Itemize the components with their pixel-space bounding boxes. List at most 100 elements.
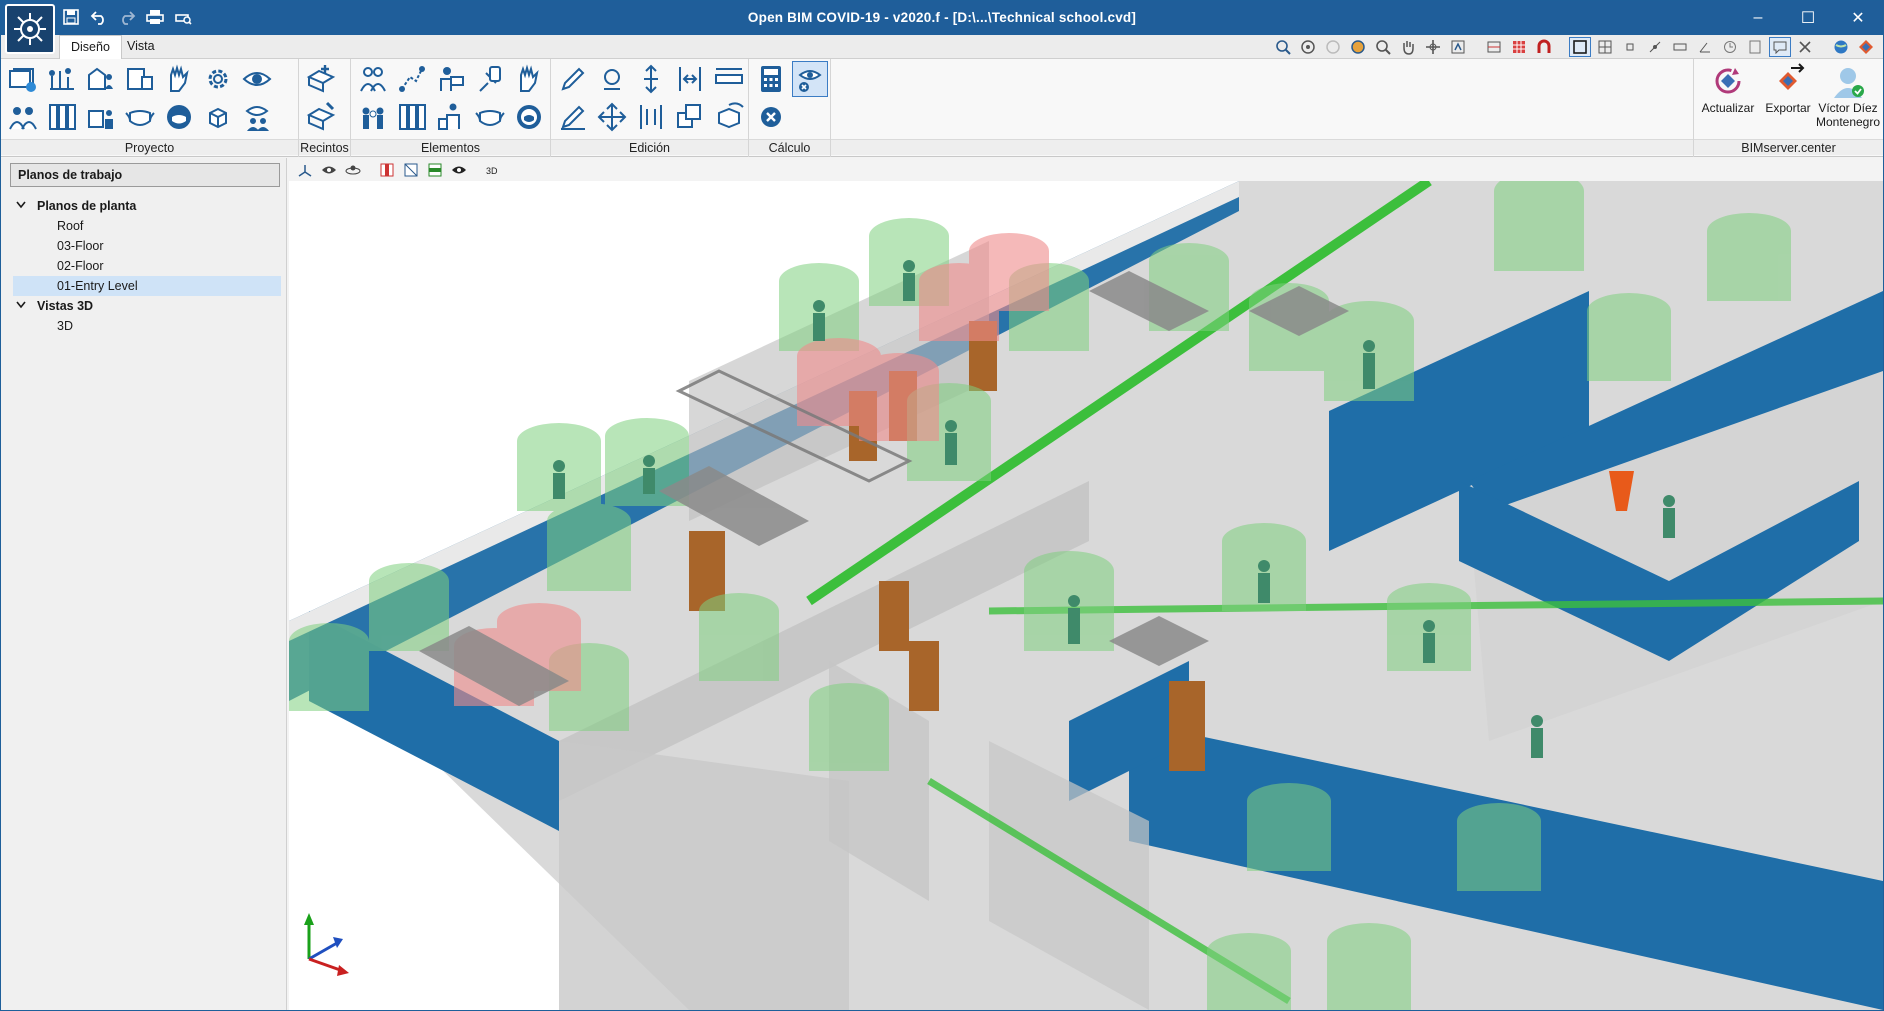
tools-icon[interactable] — [1794, 37, 1816, 57]
partition-icon[interactable] — [44, 99, 80, 135]
floor-plane-icon[interactable] — [425, 161, 445, 178]
view-eye-icon[interactable] — [239, 61, 275, 97]
tab-diseno[interactable]: Diseño — [59, 35, 122, 59]
3d-building-model[interactable] — [289, 181, 1883, 1010]
tree-item-02-floor[interactable]: 02-Floor — [13, 256, 281, 276]
zoom-in-icon[interactable] — [1372, 37, 1394, 57]
3d-viewport[interactable] — [289, 181, 1883, 1010]
hygiene-gloves-icon[interactable] — [161, 61, 197, 97]
measure-icon[interactable] — [1669, 37, 1691, 57]
maximize-button[interactable]: ☐ — [1783, 1, 1833, 35]
copy-icon[interactable] — [672, 99, 708, 135]
visibility-box-icon[interactable] — [711, 99, 747, 135]
orbit-view-icon[interactable] — [343, 161, 363, 178]
chevron-down-icon[interactable] — [13, 201, 29, 212]
occupants-icon[interactable] — [355, 61, 391, 97]
ortho-icon[interactable] — [1644, 37, 1666, 57]
zoom-window-icon[interactable] — [1272, 37, 1294, 57]
eye-layers-icon[interactable] — [319, 161, 339, 178]
user-account-button[interactable]: Víctor Díez Montenegro — [1814, 61, 1882, 141]
face-mask-icon[interactable] — [122, 99, 158, 135]
view-results-icon[interactable] — [792, 61, 828, 97]
report-icon[interactable] — [1744, 37, 1766, 57]
standing-person-icon[interactable] — [433, 99, 469, 135]
zoom-all-icon[interactable] — [1297, 37, 1319, 57]
group-label-calculo: Cálculo — [749, 139, 830, 155]
view-grid-icon[interactable] — [1594, 37, 1616, 57]
glove-icon[interactable] — [511, 61, 547, 97]
cancel-calculation-icon[interactable] — [753, 99, 789, 135]
angle-icon[interactable] — [1694, 37, 1716, 57]
tree-node-3d-views[interactable]: Vistas 3D — [13, 296, 281, 316]
clock-icon[interactable] — [1719, 37, 1741, 57]
tree-item-01-entry-level[interactable]: 01-Entry Level — [13, 276, 281, 296]
update-label: Actualizar — [1701, 101, 1755, 115]
building-list-icon[interactable] — [122, 61, 158, 97]
close-button[interactable]: ✕ — [1833, 1, 1883, 35]
ribbon-group-calculo: Cálculo — [749, 59, 831, 157]
window-title: Open BIM COVID-19 - v2020.f - [D:\...\Te… — [747, 10, 1137, 25]
people-view-icon[interactable] — [239, 99, 275, 135]
minimize-button[interactable]: – — [1733, 1, 1783, 35]
edit-room-icon[interactable] — [303, 99, 339, 135]
project-properties-icon[interactable] — [5, 61, 41, 97]
mask-icon[interactable] — [472, 99, 508, 135]
section-plane-icon[interactable] — [377, 161, 397, 178]
update-button[interactable]: Actualizar — [1696, 61, 1760, 141]
zoom-refresh-icon[interactable] — [1347, 37, 1369, 57]
building-network-icon[interactable] — [44, 61, 80, 97]
zoom-previous-icon[interactable] — [1322, 37, 1344, 57]
align-vertical-icon[interactable] — [633, 99, 669, 135]
settings-gear-icon[interactable] — [200, 61, 236, 97]
dispenser-icon[interactable] — [472, 61, 508, 97]
ribbon-group-recintos: Recintos — [299, 59, 351, 157]
work-planes-panel: Planos de trabajo Planos de planta Roof … — [1, 158, 287, 1010]
ribbon-group-proyecto: Proyecto — [1, 59, 299, 157]
door — [909, 641, 939, 711]
workstation-icon[interactable] — [433, 61, 469, 97]
signage-icon[interactable] — [511, 99, 547, 135]
move-icon[interactable] — [594, 99, 630, 135]
tab-vista[interactable]: Vista — [116, 35, 166, 59]
application-window: Open BIM COVID-19 - v2020.f - [D:\...\Te… — [0, 0, 1884, 1011]
comment-icon[interactable] — [1769, 37, 1791, 57]
export-button[interactable]: Exportar — [1756, 61, 1820, 141]
crowd-icon[interactable] — [355, 99, 391, 135]
export-icon — [1768, 61, 1808, 101]
3d-view-icon[interactable]: 3D — [483, 161, 503, 178]
rotate-icon[interactable] — [594, 61, 630, 97]
add-room-icon[interactable] — [303, 61, 339, 97]
snap-icon[interactable] — [1619, 37, 1641, 57]
pan-icon[interactable] — [1397, 37, 1419, 57]
people-group-icon[interactable] — [5, 99, 41, 135]
view-single-icon[interactable] — [1569, 37, 1591, 57]
walk-icon[interactable] — [1447, 37, 1469, 57]
app-logo-icon[interactable] — [5, 4, 55, 54]
flow-path-icon[interactable] — [394, 61, 430, 97]
calculator-icon[interactable] — [753, 61, 789, 97]
tree-item-3d[interactable]: 3D — [13, 316, 281, 336]
mask-person-icon[interactable] — [161, 99, 197, 135]
move-vertical-icon[interactable] — [633, 61, 669, 97]
tree-node-floor-plans[interactable]: Planos de planta — [13, 196, 281, 216]
edit-pencil-icon[interactable] — [555, 61, 591, 97]
align-horizontal-icon[interactable] — [672, 61, 708, 97]
tree-item-03-floor[interactable]: 03-Floor — [13, 236, 281, 256]
clip-box-icon[interactable] — [401, 161, 421, 178]
building-people-icon[interactable] — [83, 61, 119, 97]
bimserver-icon[interactable] — [1855, 37, 1877, 57]
magnet-icon[interactable] — [1533, 37, 1555, 57]
measure-ruler-icon[interactable] — [711, 61, 747, 97]
orbit-icon[interactable] — [1422, 37, 1444, 57]
axes-icon[interactable] — [295, 161, 315, 178]
tree-item-roof[interactable]: Roof — [13, 216, 281, 236]
chevron-down-icon[interactable] — [13, 301, 29, 312]
building-person-icon[interactable] — [83, 99, 119, 135]
globe-icon[interactable] — [1830, 37, 1852, 57]
visibility-icon[interactable] — [449, 161, 469, 178]
grid-red-icon[interactable] — [1508, 37, 1530, 57]
cube-icon[interactable] — [200, 99, 236, 135]
erase-icon[interactable] — [555, 99, 591, 135]
layers-icon[interactable] — [1483, 37, 1505, 57]
screen-divider-icon[interactable] — [394, 99, 430, 135]
